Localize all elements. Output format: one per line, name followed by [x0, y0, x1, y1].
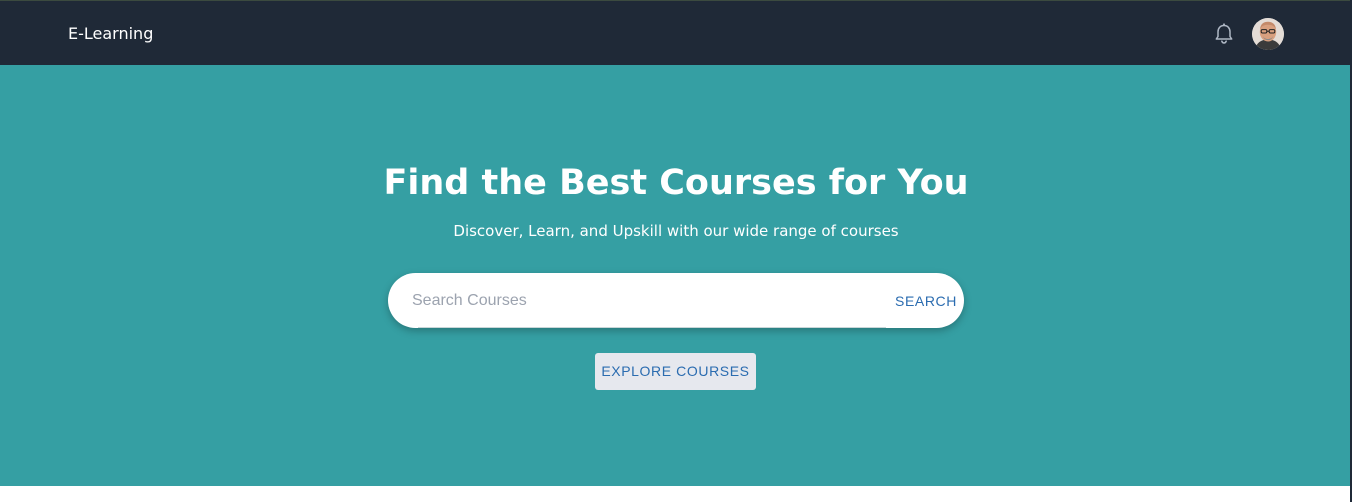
- bell-icon[interactable]: [1213, 22, 1235, 46]
- explore-courses-button[interactable]: EXPLORE COURSES: [595, 353, 756, 390]
- search-input[interactable]: [412, 273, 882, 328]
- hero-subtitle: Discover, Learn, and Upskill with our wi…: [453, 222, 899, 240]
- hero-title: Find the Best Courses for You: [383, 163, 969, 203]
- page: E-Learning Find the Best Courses for You: [0, 0, 1352, 502]
- search-bar: SEARCH: [388, 273, 964, 328]
- hero-section: Find the Best Courses for You Discover, …: [0, 65, 1350, 486]
- search-button[interactable]: SEARCH: [888, 285, 964, 317]
- brand-link[interactable]: E-Learning: [68, 24, 153, 44]
- search-input-underline: [418, 327, 886, 328]
- top-navbar: E-Learning: [0, 0, 1350, 65]
- user-avatar[interactable]: [1252, 18, 1284, 50]
